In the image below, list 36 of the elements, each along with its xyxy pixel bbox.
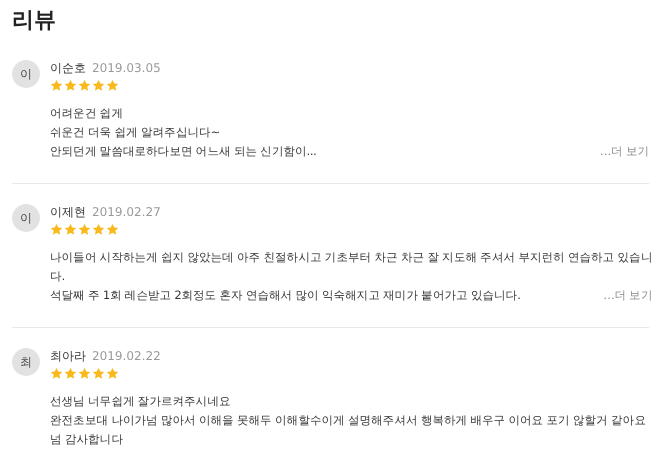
review-text-line: 석달째 주 1회 레슨받고 2회정도 혼자 연습해서 많이 익숙해지고 재미가 붙어가고 있습니다. (50, 287, 520, 304)
review-text-line: 완전초보대 나이가넘 많아서 이해을 못해두 이해할수이게 설명해주셔서 행복하게 배우구 이어요 포기 않할거 같아요 (50, 412, 646, 429)
star-icon (92, 367, 105, 380)
review-text-line: 나이들어 시작하는게 쉽지 않았는데 아주 친절하시고 기초부터 차근 차근 잘 지도해 주셔서 부지런히 연습하고 있습니 (50, 249, 652, 266)
avatar: 최 (12, 348, 40, 376)
more-link[interactable]: …더 보기 (603, 286, 652, 305)
section-title: 리뷰 (12, 7, 57, 35)
review-text-line: 쉬운건 더욱 쉽게 알려주십니다~ (50, 124, 220, 141)
star-icon (78, 367, 91, 380)
star-icon (50, 367, 63, 380)
review-text-line: 다. (50, 268, 65, 285)
reviewer-name: 이순호 (50, 60, 86, 76)
star-icon (106, 367, 119, 380)
star-icon (92, 79, 105, 92)
star-icon (106, 223, 119, 236)
star-icon (64, 223, 77, 236)
star-icon (64, 367, 77, 380)
star-icon (64, 79, 77, 92)
star-icon (50, 223, 63, 236)
star-icon (50, 79, 63, 92)
star-icon (106, 79, 119, 92)
avatar: 이 (12, 204, 40, 232)
review-date: 2019.02.22 (92, 348, 161, 364)
review-text-line: 어려운건 쉽게 (50, 105, 123, 122)
avatar: 이 (12, 60, 40, 88)
review-text-line: 넘 감사합니다 (50, 431, 123, 448)
more-link[interactable]: …더 보기 (600, 142, 649, 161)
reviewer-name: 이제현 (50, 204, 86, 220)
review-text-line: 안되던게 말씀대로하다보면 어느새 되는 신기함이... (50, 143, 316, 160)
star-icon (78, 223, 91, 236)
star-icon (78, 79, 91, 92)
review-text-line: 선생님 너무쉽게 잘가르켜주시네요 (50, 393, 231, 410)
reviewer-name: 최아라 (50, 348, 86, 364)
review-date: 2019.02.27 (92, 204, 161, 220)
star-icon (92, 223, 105, 236)
review-date: 2019.03.05 (92, 60, 161, 76)
